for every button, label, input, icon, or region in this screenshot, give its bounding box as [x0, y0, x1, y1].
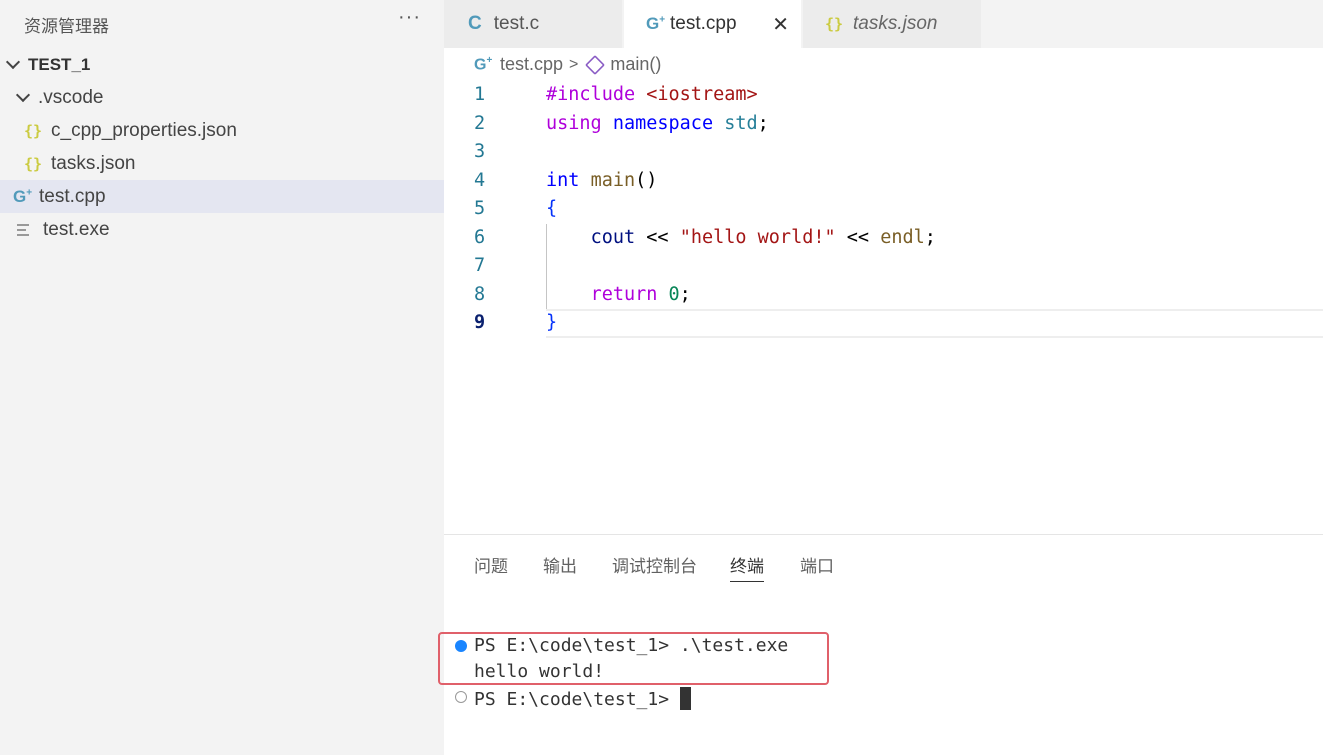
code-line: 4 int main()	[474, 170, 658, 191]
current-line-highlight	[546, 309, 1323, 338]
tree-folder-vscode[interactable]: .vscode	[0, 81, 444, 114]
line-number: 8	[474, 284, 486, 305]
tab-tasks-json[interactable]: {} tasks.json	[803, 0, 982, 48]
root-folder-label: TEST_1	[28, 54, 91, 74]
line-number: 4	[474, 170, 486, 191]
annotation-highlight-box	[438, 632, 829, 685]
tab-output[interactable]: 输出	[543, 552, 577, 577]
file-label: tasks.json	[51, 152, 136, 174]
json-file-icon: {}	[24, 121, 43, 140]
tab-problems[interactable]: 问题	[474, 552, 508, 577]
terminal-cursor	[679, 687, 691, 710]
line-number: 7	[474, 255, 486, 276]
cpp-file-icon: G+	[13, 186, 33, 206]
line-number: 9	[474, 312, 486, 333]
line-number: 5	[474, 198, 486, 219]
file-label: test.cpp	[39, 185, 106, 207]
tab-test-cpp[interactable]: G+ test.cpp ✕	[624, 0, 802, 48]
tab-terminal[interactable]: 终端	[730, 552, 764, 582]
chevron-down-icon	[5, 54, 21, 69]
breadcrumb-file[interactable]: test.cpp	[500, 54, 563, 75]
tree-file-tasks-json[interactable]: {} tasks.json	[0, 147, 444, 180]
tab-label: test.cpp	[670, 13, 737, 34]
breadcrumb-symbol[interactable]: main()	[610, 54, 661, 75]
method-cube-icon	[585, 54, 606, 75]
tree-file-test-cpp[interactable]: G+ test.cpp	[0, 180, 444, 213]
tab-debug-console[interactable]: 调试控制台	[612, 552, 697, 577]
code-line: 5 {	[474, 198, 558, 219]
indent-guide	[546, 224, 547, 310]
cpp-file-icon: G+	[646, 14, 666, 33]
breadcrumb: G+ test.cpp > main()	[474, 54, 661, 75]
line-number: 2	[474, 113, 486, 134]
command-pending-dot-icon[interactable]	[455, 691, 467, 703]
code-line: 3	[444, 141, 1323, 170]
explorer-title: 资源管理器	[24, 17, 109, 37]
tree-root-folder[interactable]: TEST_1	[0, 48, 444, 81]
close-icon[interactable]: ✕	[772, 12, 789, 37]
code-line: 2 using namespace std;	[474, 113, 769, 134]
code-editor[interactable]: 1 #include <iostream> 2 using namespace …	[444, 80, 1323, 535]
line-number: 1	[474, 84, 486, 105]
terminal-prompt-line[interactable]: PS E:\code\test_1>	[474, 687, 691, 710]
line-number: 3	[474, 141, 486, 162]
editor-tab-bar: C test.c G+ test.cpp ✕ {} tasks.json	[444, 0, 1323, 48]
json-file-icon: {}	[24, 154, 43, 173]
file-label: c_cpp_properties.json	[51, 119, 237, 141]
tab-label: test.c	[493, 13, 540, 34]
tree-file-c-cpp-properties[interactable]: {} c_cpp_properties.json	[0, 114, 444, 147]
cpp-file-icon: G+	[474, 54, 493, 74]
tab-ports[interactable]: 端口	[800, 552, 834, 577]
code-line: 7	[444, 255, 1323, 284]
code-line: 6 cout << "hello world!" << endl;	[474, 227, 936, 248]
tree-file-test-exe[interactable]: test.exe	[0, 213, 444, 246]
file-label: test.exe	[43, 218, 110, 240]
text-file-icon	[17, 223, 29, 236]
c-file-icon: C	[468, 13, 482, 34]
code-line: 1 #include <iostream>	[474, 84, 758, 105]
line-number: 6	[474, 227, 486, 248]
tab-label: tasks.json	[853, 13, 938, 34]
explorer-sidebar: 资源管理器 ··· TEST_1 .vscode {} c_cpp_proper…	[0, 0, 444, 755]
chevron-down-icon	[15, 87, 31, 102]
more-actions-button[interactable]: ···	[398, 6, 421, 29]
folder-label: .vscode	[38, 86, 104, 108]
chevron-right-icon: >	[569, 55, 579, 73]
tab-test-c[interactable]: C test.c	[444, 0, 623, 48]
json-file-icon: {}	[825, 15, 844, 33]
